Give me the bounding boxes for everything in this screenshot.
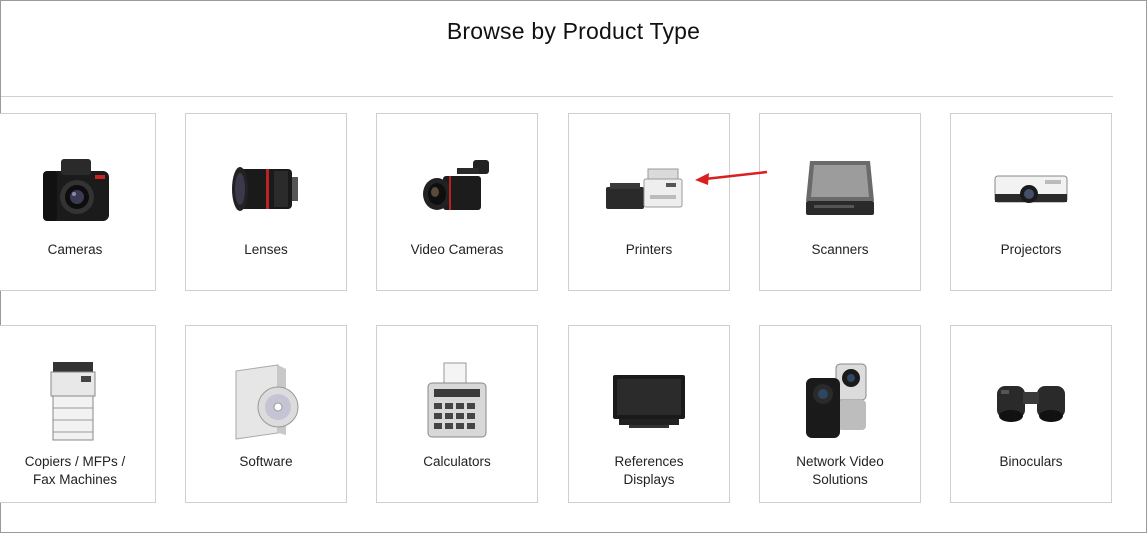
video-camera-icon xyxy=(377,144,537,234)
calculator-icon xyxy=(377,356,537,446)
tile-label: Calculators xyxy=(423,454,491,469)
scanner-icon xyxy=(760,144,920,234)
tile-label-line1: Network Video xyxy=(796,454,884,469)
binoculars-icon xyxy=(951,356,1111,446)
tile-label: References Displays xyxy=(569,453,729,489)
tile-label: Binoculars xyxy=(999,454,1063,469)
product-tile-projectors[interactable]: Projectors xyxy=(950,113,1112,291)
tile-label: Copiers / MFPs / Fax Machines xyxy=(0,453,155,489)
red-arrow-icon xyxy=(695,170,768,185)
divider xyxy=(1,96,1113,97)
tile-label-line2: Solutions xyxy=(812,472,868,487)
product-tile-binoculars[interactable]: Binoculars xyxy=(950,325,1112,503)
tile-label: Cameras xyxy=(47,242,103,257)
tile-label-line1: References xyxy=(614,454,684,469)
product-tile-cameras[interactable]: Cameras xyxy=(0,113,156,291)
lens-icon xyxy=(186,144,346,234)
tile-label-line1: Copiers / MFPs / xyxy=(24,454,126,469)
product-tile-video-cameras[interactable]: Video Cameras xyxy=(376,113,538,291)
tile-label: Software xyxy=(239,454,293,469)
monitor-icon xyxy=(569,356,729,446)
product-tile-calculators[interactable]: Calculators xyxy=(376,325,538,503)
tile-label: Network Video Solutions xyxy=(760,453,920,489)
tile-label: Scanners xyxy=(811,242,869,257)
camera-icon xyxy=(0,144,155,234)
product-tile-lenses[interactable]: Lenses xyxy=(185,113,347,291)
page-title: Browse by Product Type xyxy=(446,18,701,44)
product-tile-printers[interactable]: Printers xyxy=(568,113,730,291)
projector-icon xyxy=(951,144,1111,234)
software-box-icon xyxy=(186,356,346,446)
product-tile-reference-displays[interactable]: References Displays xyxy=(568,325,730,503)
tile-label: Projectors xyxy=(1000,242,1062,257)
tile-label-line2: Displays xyxy=(623,472,675,487)
tile-label-line2: Fax Machines xyxy=(32,472,118,487)
tile-label: Lenses xyxy=(244,242,288,257)
product-tile-software[interactable]: Software xyxy=(185,325,347,503)
tile-label: Printers xyxy=(625,242,673,257)
product-tile-network-video[interactable]: Network Video Solutions xyxy=(759,325,921,503)
tile-label: Video Cameras xyxy=(410,242,504,257)
product-tile-copiers[interactable]: Copiers / MFPs / Fax Machines xyxy=(0,325,156,503)
product-tile-scanners[interactable]: Scanners xyxy=(759,113,921,291)
copier-icon xyxy=(0,356,155,446)
network-camera-icon xyxy=(760,356,920,446)
